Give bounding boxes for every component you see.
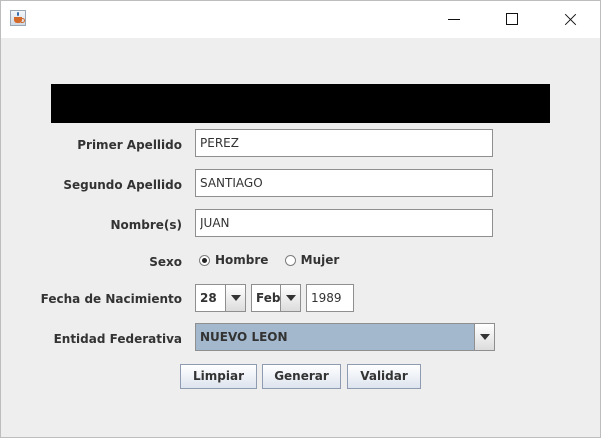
entidad-select[interactable]: NUEVO LEON: [195, 323, 495, 351]
chevron-down-icon[interactable]: [474, 324, 494, 350]
month-select[interactable]: Feb: [251, 284, 301, 312]
day-value: 28: [200, 291, 217, 305]
primer-apellido-input[interactable]: [195, 129, 493, 157]
maximize-icon[interactable]: [489, 1, 535, 38]
entidad-value: NUEVO LEON: [200, 330, 288, 344]
java-icon[interactable]: [10, 10, 26, 26]
radio-mujer[interactable]: Mujer: [284, 253, 340, 267]
sexo-label: Sexo: [149, 255, 182, 269]
sexo-radio-group: Hombre Mujer: [199, 253, 351, 271]
entidad-federativa-label: Entidad Federativa: [53, 332, 182, 346]
year-input[interactable]: [306, 284, 354, 312]
segundo-apellido-input[interactable]: [195, 169, 493, 197]
segundo-apellido-label: Segundo Apellido: [63, 178, 182, 192]
radio-checked-icon: [199, 254, 210, 266]
application-window: Primer Apellido Segundo Apellido Nombre(…: [0, 0, 601, 438]
radio-unchecked-icon: [284, 254, 296, 266]
validar-button[interactable]: Validar: [347, 364, 421, 389]
radio-mujer-label: Mujer: [300, 253, 340, 267]
fecha-nacimiento-label: Fecha de Nacimiento: [40, 292, 182, 306]
nombre-input[interactable]: [195, 209, 493, 237]
radio-hombre[interactable]: Hombre: [199, 253, 268, 267]
month-value: Feb: [256, 291, 281, 305]
limpiar-button[interactable]: Limpiar: [180, 364, 257, 389]
minimize-icon[interactable]: [431, 1, 477, 38]
day-select[interactable]: 28: [195, 284, 246, 312]
primer-apellido-label: Primer Apellido: [77, 138, 182, 152]
close-icon[interactable]: [547, 1, 593, 38]
generar-button[interactable]: Generar: [262, 364, 341, 389]
title-bar[interactable]: [1, 1, 600, 38]
nombre-label: Nombre(s): [110, 218, 182, 232]
chevron-down-icon[interactable]: [225, 285, 245, 311]
radio-hombre-label: Hombre: [215, 253, 269, 267]
chevron-down-icon[interactable]: [280, 285, 300, 311]
header-banner: [51, 84, 550, 123]
